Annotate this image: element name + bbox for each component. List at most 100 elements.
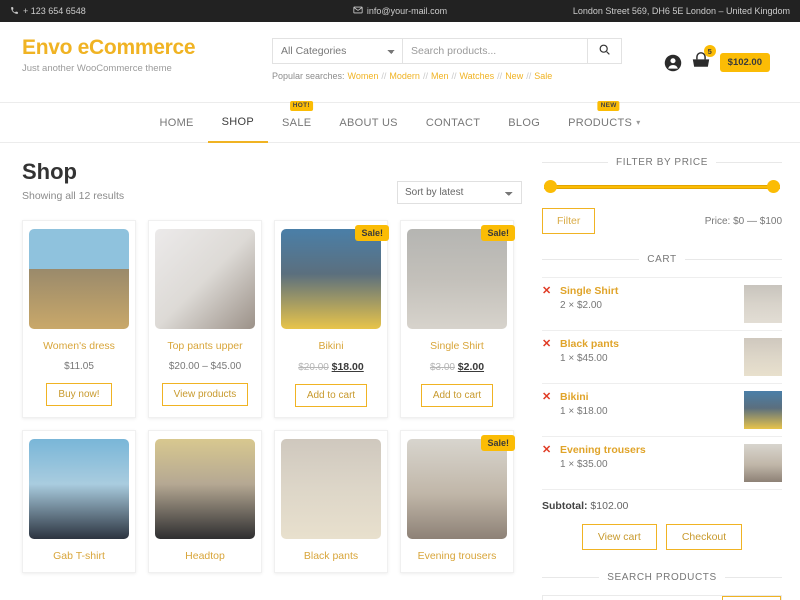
cart-item-name[interactable]: Bikini xyxy=(560,391,744,403)
header-search-area: All Categories Popular searches: Women /… xyxy=(272,36,622,81)
cart-item: ✕ Black pants 1 × $45.00 xyxy=(542,331,782,384)
search-submit-button[interactable] xyxy=(587,39,621,63)
product-card[interactable]: Gab T-shirt xyxy=(22,430,136,573)
cart-item-info: Single Shirt 2 × $2.00 xyxy=(560,285,744,311)
product-title[interactable]: Gab T-shirt xyxy=(29,550,129,562)
sort-select[interactable]: Sort by latest xyxy=(397,181,522,204)
nav-label: PRODUCTS xyxy=(568,117,632,129)
sale-badge: Sale! xyxy=(481,225,515,241)
slider-handle-min[interactable] xyxy=(544,180,557,193)
product-title[interactable]: Black pants xyxy=(281,550,381,562)
product-card[interactable]: Sale! Evening trousers xyxy=(400,430,514,573)
nav-item-home[interactable]: HOME xyxy=(145,102,207,143)
remove-item-icon[interactable]: ✕ xyxy=(542,285,560,298)
product-price-old: $3.00 xyxy=(430,362,455,373)
product-price: $20.00 $18.00 xyxy=(281,361,381,373)
popular-link-women[interactable]: Women xyxy=(348,71,379,81)
product-card[interactable]: Women's dress $11.05 Buy now! xyxy=(22,220,136,418)
topbar-address: London Street 569, DH6 5E London – Unite… xyxy=(573,6,790,16)
product-image[interactable] xyxy=(155,439,255,539)
product-card[interactable]: Top pants upper $20.00 – $45.00 View pro… xyxy=(148,220,262,418)
topbar-email-text[interactable]: info@your-mail.com xyxy=(367,6,447,16)
popular-link-modern[interactable]: Modern xyxy=(389,71,420,81)
cart-item-thumbnail[interactable] xyxy=(744,444,782,482)
cart-item-name[interactable]: Evening trousers xyxy=(560,444,744,456)
product-image[interactable] xyxy=(29,229,129,329)
view-cart-button[interactable]: View cart xyxy=(582,524,657,550)
search-input[interactable] xyxy=(403,39,587,63)
product-title[interactable]: Evening trousers xyxy=(407,550,507,562)
nav-item-about-us[interactable]: ABOUT US xyxy=(325,102,411,143)
site-logo-text[interactable]: Envo eCommerce xyxy=(22,36,272,60)
product-card[interactable]: Black pants xyxy=(274,430,388,573)
remove-item-icon[interactable]: ✕ xyxy=(542,444,560,457)
product-image[interactable] xyxy=(281,439,381,539)
nav-item-sale[interactable]: HOT! SALE xyxy=(268,102,325,143)
product-price: $20.00 – $45.00 xyxy=(155,361,255,372)
sidebar-search-button[interactable]: Search xyxy=(722,596,781,600)
nav-item-contact[interactable]: CONTACT xyxy=(412,102,494,143)
cart-item-name[interactable]: Single Shirt xyxy=(560,285,744,297)
product-title[interactable]: Single Shirt xyxy=(407,340,507,352)
search-icon xyxy=(598,43,611,59)
cart-item-name[interactable]: Black pants xyxy=(560,338,744,350)
nav-item-blog[interactable]: BLOG xyxy=(494,102,554,143)
product-title[interactable]: Women's dress xyxy=(29,340,129,352)
checkout-button[interactable]: Checkout xyxy=(666,524,742,550)
popular-link-men[interactable]: Men xyxy=(431,71,449,81)
popular-link-watches[interactable]: Watches xyxy=(459,71,494,81)
product-action-button[interactable]: Add to cart xyxy=(421,384,493,407)
category-select[interactable]: All Categories xyxy=(273,39,403,63)
product-card[interactable]: Sale! Bikini $20.00 $18.00 Add to cart xyxy=(274,220,388,418)
cart-count-badge: 5 xyxy=(704,45,716,57)
product-card[interactable]: Sale! Single Shirt $3.00 $2.00 Add to ca… xyxy=(400,220,514,418)
price-range-slider[interactable] xyxy=(544,180,780,194)
product-image[interactable] xyxy=(29,439,129,539)
nav-badge-new: NEW xyxy=(598,101,620,111)
product-image[interactable] xyxy=(407,439,507,539)
nav-label: SALE xyxy=(282,117,311,129)
filter-controls: Filter Price: $0 — $100 xyxy=(542,208,782,234)
phone-icon xyxy=(10,6,19,17)
cart-total-amount[interactable]: $102.00 xyxy=(720,53,770,72)
cart-button[interactable]: 5 xyxy=(691,52,711,73)
price-range-label: Price: $0 — $100 xyxy=(705,216,782,227)
cart-item-quantity: 1 × $18.00 xyxy=(560,406,608,417)
product-title[interactable]: Top pants upper xyxy=(155,340,255,352)
popular-link-new[interactable]: New xyxy=(505,71,523,81)
product-action-button[interactable]: View products xyxy=(162,383,249,406)
popular-searches-label: Popular searches: xyxy=(272,71,345,81)
cart-item-thumbnail[interactable] xyxy=(744,338,782,376)
product-action-button[interactable]: Buy now! xyxy=(46,383,111,406)
nav-badge-hot: HOT! xyxy=(290,101,313,111)
user-account-icon[interactable] xyxy=(664,54,682,72)
product-image[interactable] xyxy=(407,229,507,329)
slider-track xyxy=(544,185,780,189)
product-price-new: $18.00 xyxy=(332,361,364,373)
result-count: Showing all 12 results xyxy=(22,190,124,202)
product-title[interactable]: Headtop xyxy=(155,550,255,562)
nav-label: SHOP xyxy=(222,116,254,128)
product-card[interactable]: Headtop xyxy=(148,430,262,573)
nav-label: CONTACT xyxy=(426,117,480,129)
product-title[interactable]: Bikini xyxy=(281,340,381,352)
filter-by-price-widget: Filter by price Filter Price: $0 — $100 xyxy=(542,157,782,234)
popular-link-sale[interactable]: Sale xyxy=(534,71,552,81)
slider-handle-max[interactable] xyxy=(767,180,780,193)
remove-item-icon[interactable]: ✕ xyxy=(542,391,560,404)
product-image[interactable] xyxy=(155,229,255,329)
sidebar-search-input[interactable] xyxy=(543,596,722,600)
nav-item-products[interactable]: NEW PRODUCTS ▾ xyxy=(554,102,654,143)
site-branding[interactable]: Envo eCommerce Just another WooCommerce … xyxy=(12,36,272,74)
remove-item-icon[interactable]: ✕ xyxy=(542,338,560,351)
cart-subtotal-label: Subtotal: xyxy=(542,500,588,512)
cart-item-thumbnail[interactable] xyxy=(744,285,782,323)
cart-subtotal-value: $102.00 xyxy=(590,500,628,512)
product-action-button[interactable]: Add to cart xyxy=(295,384,367,407)
product-image[interactable] xyxy=(281,229,381,329)
nav-item-shop[interactable]: SHOP xyxy=(208,102,268,143)
cart-item-thumbnail[interactable] xyxy=(744,391,782,429)
filter-button[interactable]: Filter xyxy=(542,208,595,234)
site-header: Envo eCommerce Just another WooCommerce … xyxy=(0,22,800,102)
topbar-phone-text: + 123 654 6548 xyxy=(23,6,86,16)
